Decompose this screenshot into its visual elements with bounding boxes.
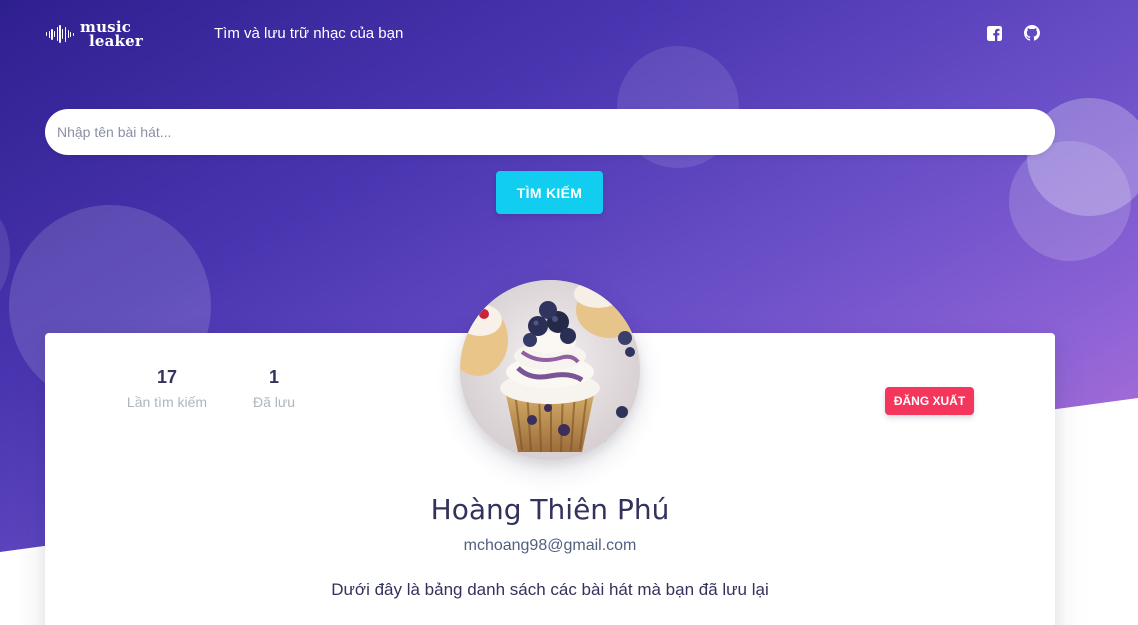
- waveform-icon: [46, 24, 75, 44]
- profile-description: Dưới đây là bảng danh sách các bài hát m…: [331, 580, 769, 599]
- song-search-input[interactable]: [45, 109, 1055, 155]
- brand-name: music leaker: [80, 18, 144, 50]
- facebook-icon[interactable]: [986, 25, 1002, 41]
- stat-label: Lần tìm kiếm: [126, 394, 208, 410]
- decor-circle: [1009, 141, 1131, 261]
- brand-logo[interactable]: music leaker: [46, 18, 146, 50]
- profile-email: mchoang98@gmail.com: [463, 537, 637, 554]
- navbar: music leaker Tìm và lưu trữ nhạc của bạn: [0, 0, 1138, 68]
- github-icon[interactable]: [1024, 25, 1040, 41]
- stat-value: 17: [156, 367, 178, 387]
- nav-tagline[interactable]: Tìm và lưu trữ nhạc của bạn: [214, 25, 403, 42]
- stat-searches: 17 Lần tìm kiếm: [125, 367, 209, 410]
- decor-circle: [0, 210, 10, 300]
- avatar: [460, 280, 640, 460]
- stat-label: Đã lưu: [252, 394, 296, 410]
- profile-name: Hoàng Thiên Phú: [430, 493, 670, 526]
- stat-saved: 1 Đã lưu: [251, 367, 297, 410]
- stat-value: 1: [268, 367, 279, 387]
- logout-button[interactable]: ĐĂNG XUẤT: [885, 387, 974, 415]
- page: music leaker Tìm và lưu trữ nhạc của bạn…: [0, 0, 1138, 625]
- search-button[interactable]: TÌM KIẾM: [496, 171, 603, 214]
